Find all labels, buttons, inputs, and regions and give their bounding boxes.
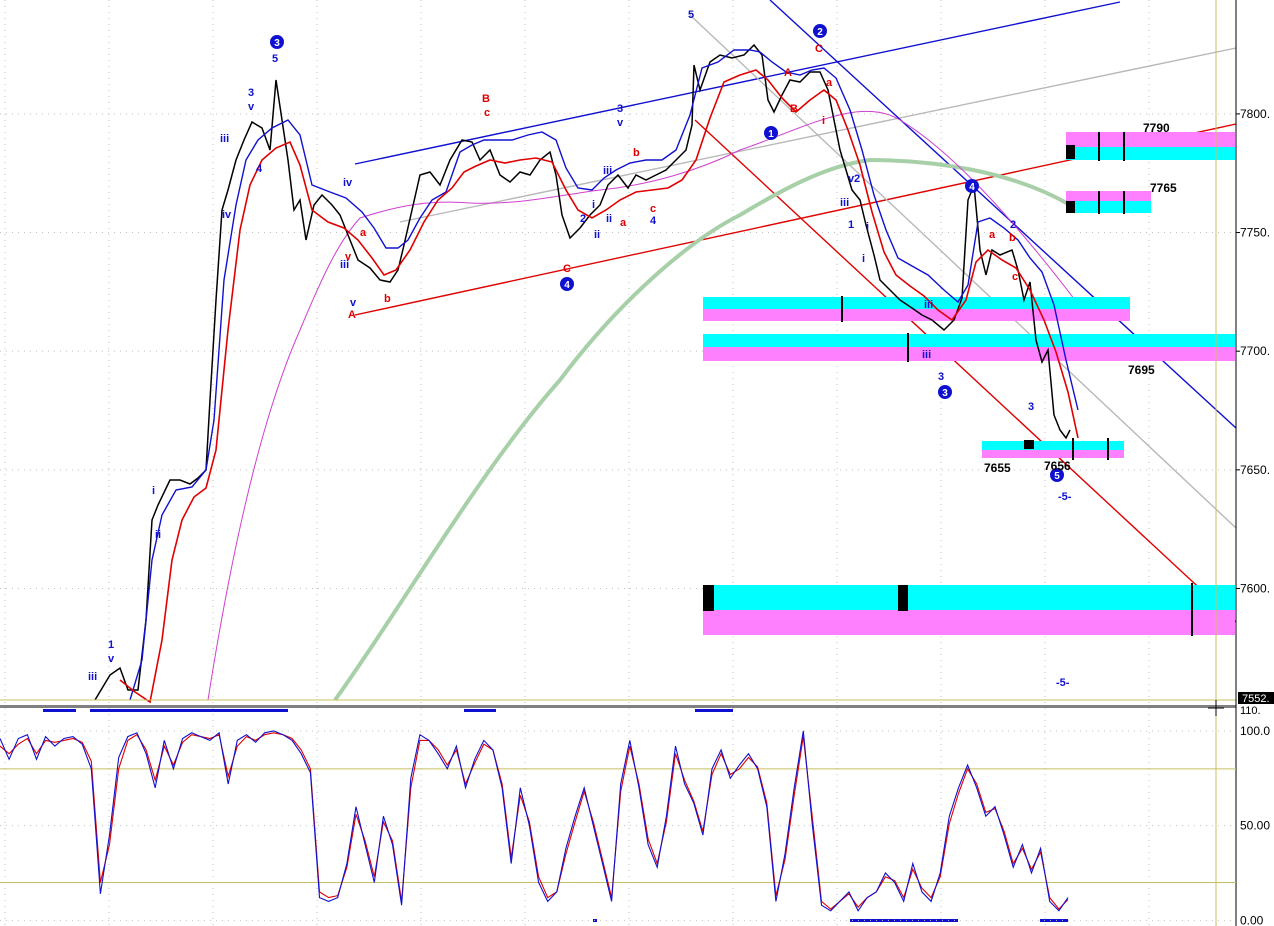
- price-tick-label: 7700.: [1240, 344, 1270, 358]
- svg-text:A: A: [348, 309, 356, 321]
- stochastic-tick-label: 0.00: [1240, 913, 1264, 926]
- svg-text:1: 1: [848, 219, 854, 231]
- svg-text:i: i: [152, 485, 155, 497]
- stochastic-tick-label: 100.0: [1240, 724, 1270, 738]
- zone-7765: [1066, 191, 1151, 214]
- price-tick-label: 7650.: [1240, 463, 1270, 477]
- svg-text:ii: ii: [155, 529, 161, 541]
- svg-text:v: v: [350, 297, 357, 309]
- svg-text:iv: iv: [222, 209, 232, 221]
- svg-text:iii: iii: [88, 671, 97, 683]
- level-label-7765: 7765: [1150, 181, 1177, 195]
- zone-7655: [982, 438, 1124, 460]
- svg-text:3: 3: [248, 87, 254, 99]
- svg-text:3: 3: [1028, 401, 1034, 413]
- svg-text:3: 3: [274, 38, 280, 49]
- svg-text:4: 4: [564, 280, 570, 291]
- svg-text:5: 5: [688, 9, 694, 21]
- svg-text:iv: iv: [343, 177, 353, 189]
- svg-text:iii: iii: [840, 197, 849, 209]
- svg-text:2: 2: [817, 27, 823, 38]
- svg-text:1: 1: [768, 129, 774, 140]
- svg-text:i: i: [592, 199, 595, 211]
- svg-text:iii: iii: [603, 165, 612, 177]
- svg-text:c: c: [484, 107, 490, 119]
- svg-text:5: 5: [272, 53, 278, 65]
- svg-text:a: a: [989, 229, 996, 241]
- svg-text:2: 2: [854, 173, 860, 185]
- svg-text:2: 2: [580, 213, 586, 225]
- elliott-wave-chart: 3 5 3 v iii iv i ii 1 v iii iv iii v 4 3…: [0, 0, 1274, 926]
- svg-text:4: 4: [256, 163, 263, 175]
- svg-text:3: 3: [942, 388, 948, 399]
- level-label-7655: 7655: [984, 461, 1011, 475]
- svg-text:v: v: [345, 251, 352, 263]
- zone-7600: [703, 583, 1235, 636]
- svg-text:3: 3: [938, 371, 944, 383]
- svg-text:b: b: [1009, 232, 1016, 244]
- svg-text:v: v: [108, 653, 115, 665]
- svg-text:A: A: [784, 67, 792, 79]
- svg-text:-5-: -5-: [1058, 491, 1072, 503]
- zone-7790: [1066, 132, 1235, 161]
- svg-text:ii: ii: [594, 229, 600, 241]
- svg-text:iii: iii: [922, 349, 931, 361]
- svg-text:a: a: [620, 217, 627, 229]
- svg-text:v: v: [248, 101, 255, 113]
- svg-text:a: a: [826, 77, 833, 89]
- svg-text:a: a: [360, 227, 367, 239]
- svg-text:B: B: [790, 103, 798, 115]
- svg-text:i: i: [862, 253, 865, 265]
- svg-text:iii: iii: [924, 299, 933, 311]
- svg-text:3: 3: [617, 103, 623, 115]
- level-label-7695: 7695: [1128, 363, 1155, 377]
- svg-text:B: B: [482, 93, 490, 105]
- svg-text:ii: ii: [606, 213, 612, 225]
- svg-text:C: C: [563, 263, 571, 275]
- price-tick-label: 7750.: [1240, 226, 1270, 240]
- price-tick-label: 7600.: [1240, 581, 1270, 595]
- svg-text:c: c: [1012, 271, 1018, 283]
- zone-7695: [703, 333, 1235, 362]
- level-label-7656: 7656: [1044, 459, 1071, 473]
- last-price-label: 7552.: [1242, 693, 1270, 705]
- svg-text:4: 4: [650, 215, 657, 227]
- svg-text:-5-: -5-: [1056, 677, 1070, 689]
- svg-text:iii: iii: [220, 133, 229, 145]
- svg-text:1: 1: [108, 639, 114, 651]
- price-tick-label: 7800.: [1240, 107, 1270, 121]
- svg-text:b: b: [384, 293, 391, 305]
- svg-text:c: c: [650, 203, 656, 215]
- svg-text:b: b: [633, 147, 640, 159]
- zone-7720: [703, 296, 1130, 322]
- svg-text:2: 2: [1010, 219, 1016, 231]
- stochastic-tick-label: 50.00: [1240, 819, 1270, 833]
- svg-text:C: C: [815, 43, 823, 55]
- svg-text:i: i: [822, 115, 825, 127]
- svg-text:v: v: [617, 117, 624, 129]
- svg-text:i: i: [866, 221, 869, 233]
- svg-text:4: 4: [969, 182, 975, 193]
- stochastic-top-label: 110.: [1240, 705, 1261, 717]
- level-label-7790: 7790: [1143, 121, 1170, 135]
